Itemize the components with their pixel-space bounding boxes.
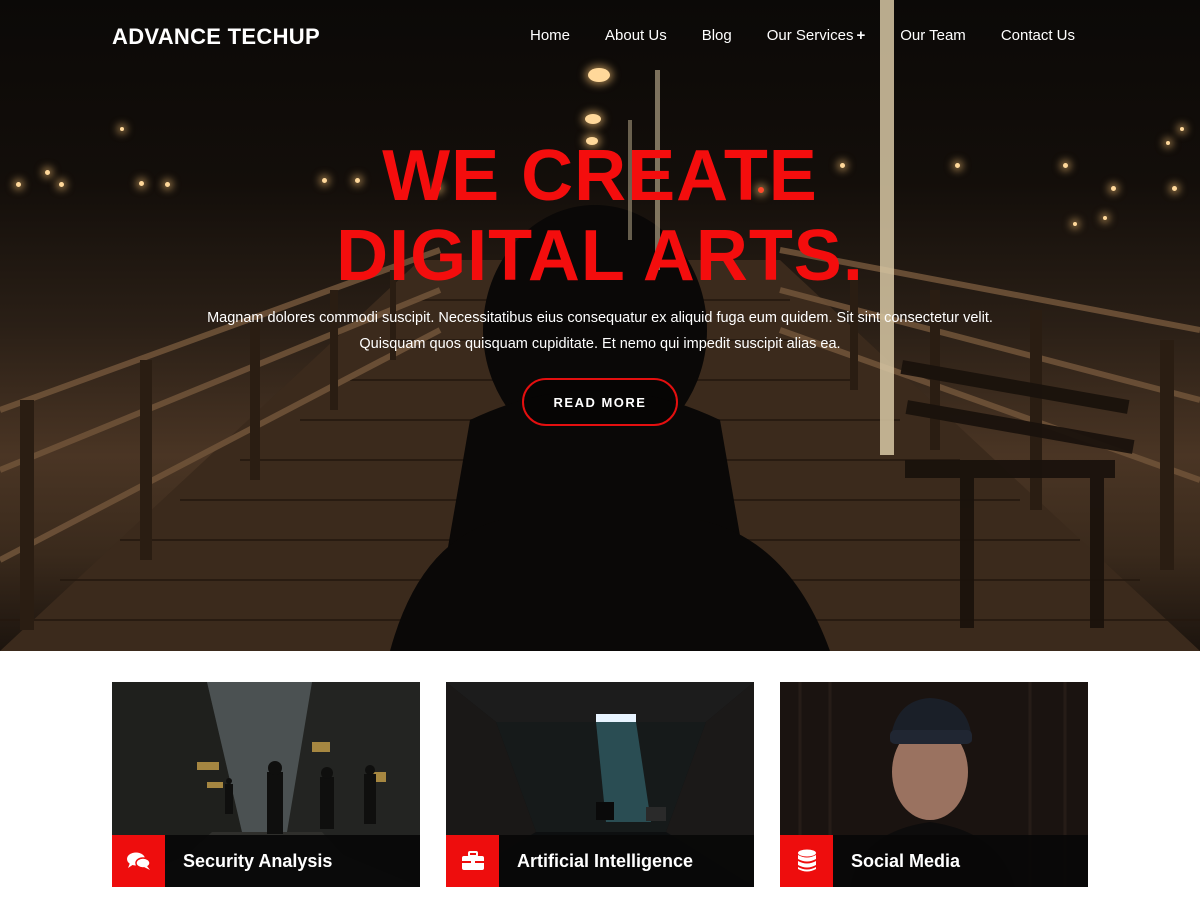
- card-title: Social Media: [851, 850, 961, 871]
- card-title: Artificial Intelligence: [517, 850, 694, 871]
- submenu-plus-icon[interactable]: +: [856, 27, 865, 44]
- card-caption: Artificial Intelligence: [446, 835, 754, 887]
- nav-item-contact-us[interactable]: Contact Us: [1001, 27, 1075, 44]
- main-navigation: Home About Us Blog Our Services + Our Tea…: [530, 27, 1075, 44]
- briefcase-icon: [446, 835, 499, 887]
- nav-item-our-services[interactable]: Our Services +: [767, 27, 865, 44]
- card-title: Security Analysis: [183, 850, 333, 871]
- database-icon: [780, 835, 833, 887]
- nav-item-blog[interactable]: Blog: [702, 27, 732, 44]
- hero-subtitle: Magnam dolores commodi suscipit. Necessi…: [200, 305, 1000, 357]
- card-caption: Security Analysis: [112, 835, 420, 887]
- hero-subtitle-line-2: Quisquam quos quisquam cupiditate. Et ne…: [359, 336, 841, 352]
- nav-item-about-us[interactable]: About Us: [605, 27, 667, 44]
- hero-subtitle-line-1: Magnam dolores commodi suscipit. Necessi…: [207, 310, 993, 326]
- hero-title: WE CREATE DIGITAL ARTS.: [0, 136, 1200, 296]
- hero-title-line-2: DIGITAL ARTS.: [336, 216, 864, 296]
- site-logo[interactable]: ADVANCE TECHUP: [112, 24, 320, 50]
- hero-banner: ADVANCE TECHUP Home About Us Blog Our Se…: [0, 0, 1200, 651]
- comments-icon: [112, 835, 165, 887]
- street-light: [1180, 127, 1184, 131]
- nav-item-home[interactable]: Home: [530, 27, 570, 44]
- service-card-security-analysis[interactable]: Security Analysis: [112, 682, 420, 887]
- service-card-artificial-intelligence[interactable]: Artificial Intelligence: [446, 682, 754, 887]
- card-caption: Social Media: [780, 835, 1088, 887]
- street-light: [585, 114, 601, 124]
- street-light: [588, 68, 610, 82]
- nav-item-our-team[interactable]: Our Team: [900, 27, 966, 44]
- nav-item-label: Our Services: [766, 27, 854, 44]
- read-more-button[interactable]: READ MORE: [522, 378, 678, 426]
- service-card-social-media[interactable]: Social Media: [780, 682, 1088, 887]
- hero-title-line-1: WE CREATE: [382, 136, 818, 216]
- street-light: [120, 127, 124, 131]
